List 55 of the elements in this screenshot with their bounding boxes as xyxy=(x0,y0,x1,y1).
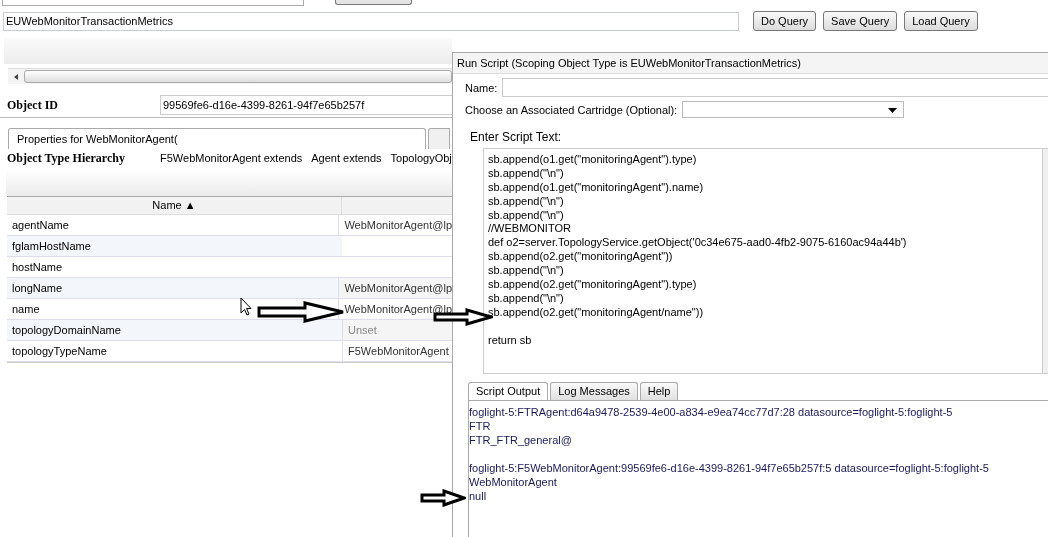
code-line: sb.append("\n") xyxy=(488,264,565,278)
output-tab[interactable]: Script Output xyxy=(468,382,549,400)
button[interactable] xyxy=(335,0,412,5)
query-button[interactable]: Load Query xyxy=(904,11,978,31)
arrow-icon xyxy=(257,301,345,323)
output-line: FTR xyxy=(469,419,492,433)
cursor-icon xyxy=(240,297,252,316)
input-field[interactable] xyxy=(2,0,304,6)
code-line: sb.append(o2.get("monitoringAgent").type) xyxy=(488,278,698,292)
code-line: sb.append(o1.get("monitoringAgent").name) xyxy=(488,180,705,195)
script-editor[interactable] xyxy=(483,148,1048,374)
horizontal-scrollbar[interactable] xyxy=(8,68,452,84)
cartridge-label: Choose an Associated Cartridge (Optional): xyxy=(465,103,678,116)
hierarchy-item: TopologyObj xyxy=(390,152,452,164)
table-cell: fglamHostName xyxy=(7,236,342,256)
cartridge-dropdown[interactable] xyxy=(682,101,905,118)
object-id-field[interactable]: 99569fe6-d16e-4399-8261-94f7e65b257f xyxy=(160,95,452,115)
caret-icon xyxy=(888,108,898,113)
tab[interactable] xyxy=(428,128,450,149)
query-field[interactable]: EUWebMonitorTransactionMetrics xyxy=(3,11,739,31)
code-line: sb.append("\n") xyxy=(488,194,565,209)
name-field[interactable] xyxy=(502,78,1048,97)
output-line: foglight-5:F5WebMonitorAgent:99569fe6-d16e-4399-8261-94f7e65b257f:5 datasource=foglight-5:foglight-5 xyxy=(469,461,990,475)
query-button[interactable]: Save Query xyxy=(823,11,898,31)
code-line: def o2=server.TopologyService.getObject('0c34e675-aad0-4fb2-9075-6160ac94a44b') xyxy=(488,236,908,251)
properties-tab[interactable]: Properties for WebMonitorAgent( xyxy=(8,128,426,149)
output-line: FTR_FTR_general@ xyxy=(469,433,573,447)
code-line: sb.append("\n") xyxy=(488,208,565,223)
name-label: Name: xyxy=(465,81,498,94)
object-id-label: Object ID xyxy=(7,97,59,113)
hierarchy-item: F5WebMonitorAgent extends xyxy=(160,152,303,164)
code-line: sb.append("\n") xyxy=(488,166,565,181)
hierarchy-label: Object Type Hierarchy xyxy=(7,150,126,166)
query-button[interactable]: Do Query xyxy=(753,11,817,31)
output-line: WebMonitorAgent xyxy=(469,475,558,489)
code-line: sb.append(o2.get("monitoringAgent")) xyxy=(488,250,674,265)
output-line: null xyxy=(469,489,488,503)
script-label: Enter Script Text: xyxy=(469,129,563,146)
dialog-title: Run Script (Scoping Object Type is EUWebMonitorTransactionMetrics) xyxy=(457,57,801,69)
code-line: sb.append(o2.get("monitoringAgent/name")) xyxy=(488,305,705,320)
hierarchy-item: Agent extends xyxy=(311,152,382,164)
output-line: foglight-5:FTRAgent:d64a9478-2539-4e00-a834-e9ea74cc77d7:28 datasource=foglight-5:foglight-5 xyxy=(469,405,954,419)
code-line: sb.append(o1.get("monitoringAgent").type) xyxy=(488,153,698,167)
code-line: return sb xyxy=(488,333,533,348)
code-line: //WEBMONITOR xyxy=(488,222,572,237)
output-tab[interactable]: Log Messages xyxy=(550,382,638,400)
table-cell: WebMonitorAgent@lp xyxy=(338,215,452,235)
code-line: sb.append("\n") xyxy=(488,291,565,306)
output-tab[interactable]: Help xyxy=(639,382,679,400)
table-cell: Unset xyxy=(342,320,452,340)
table-cell: WebMonitorAgent@lp xyxy=(338,278,452,298)
table-cell: topologyDomainName xyxy=(7,320,342,340)
table-cell: longName xyxy=(7,278,339,298)
scroll-thumb[interactable] xyxy=(24,70,452,83)
table-cell: F5WebMonitorAgent xyxy=(342,341,452,361)
